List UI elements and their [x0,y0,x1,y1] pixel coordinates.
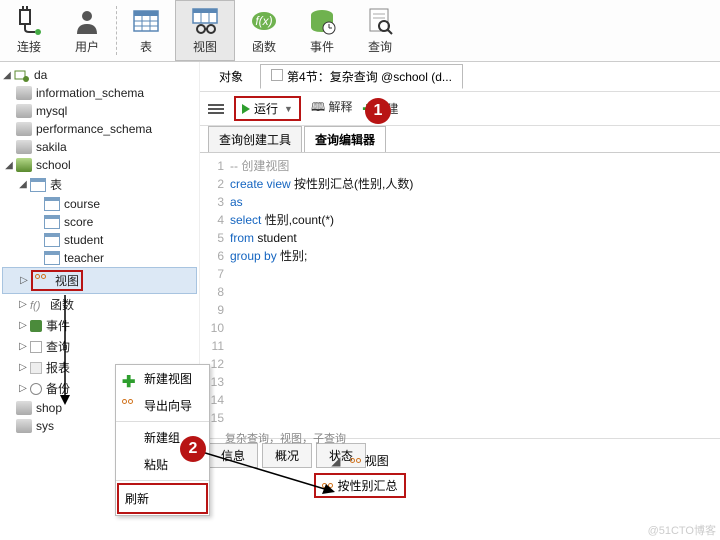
table-icon [44,197,60,211]
query-icon [365,6,395,36]
db-node[interactable]: sakila [2,138,197,156]
explain-icon: 🕮 [311,100,325,114]
views-folder[interactable]: ▷视图 [2,267,197,294]
ctx-refresh[interactable]: 刷新 [117,483,208,514]
db-node-open[interactable]: ◢school [2,156,197,174]
plug-icon [14,6,44,36]
editor-tabs: 查询创建工具 查询编辑器 [200,126,720,153]
database-icon [16,104,32,118]
toolbar-label: 视图 [193,38,217,55]
expand-icon: ◢ [331,454,340,468]
status-text: 复杂查询，视图，子查询 [225,430,346,446]
tab-objects[interactable]: 对象 [208,64,254,89]
explain-button[interactable]: 🕮 解释 [311,98,353,119]
view-icon [190,6,220,36]
export-icon [122,399,138,413]
connection-node[interactable]: ◢da [2,66,197,84]
table-icon [44,215,60,229]
fx-icon: f(x) [249,6,279,36]
table-icon [30,178,46,192]
view-icon [322,483,333,488]
toolbar-label: 连接 [17,38,41,55]
code-area[interactable]: -- 创建视图 create view 按性别汇总(性别,人数) as sele… [230,157,720,434]
database-icon [16,140,32,154]
svg-text:f(x): f(x) [255,14,272,28]
ctx-export[interactable]: 导出向导 [116,392,209,419]
functions-folder[interactable]: ▷f()函数 [2,294,197,315]
view-icon [350,458,361,463]
queries-folder[interactable]: ▷查询 [2,336,197,357]
db-node[interactable]: performance_schema [2,120,197,138]
callout-2: 2 [180,436,206,462]
tab-editor[interactable]: 查询编辑器 [304,126,386,152]
toolbar-user[interactable]: 用户 [58,0,116,61]
toolbar-table[interactable]: 表 [117,0,175,61]
table-icon [131,6,161,36]
user-icon [72,6,102,36]
database-icon [16,122,32,136]
query-tab-icon [271,69,283,81]
connection-icon [14,68,30,82]
snippet-parent: 视图 [365,452,389,469]
db-node[interactable]: information_schema [2,84,197,102]
events-folder[interactable]: ▷事件 [2,315,197,336]
new-view-item[interactable]: 按性别汇总 [314,473,405,498]
main-toolbar: 连接 用户 表 视图 f(x) 函数 事件 查询 [0,0,720,62]
toolbar-query[interactable]: 查询 [351,0,409,61]
database-icon [16,86,32,100]
object-tabs: 对象 第4节：复杂查询 @school (d... [200,62,720,92]
query-actions: 运行▼ 🕮 解释 ✚新建 [200,92,720,126]
db-node[interactable]: mysql [2,102,197,120]
database-icon [16,158,32,172]
ctx-new-view[interactable]: ✚新建视图 [116,365,209,392]
play-icon [242,104,250,114]
toolbar-connect[interactable]: 连接 [0,0,58,61]
table-icon [44,251,60,265]
sql-editor[interactable]: 123456789101112131415 -- 创建视图 create vie… [200,153,720,438]
toolbar-view[interactable]: 视图 [175,0,235,61]
tab-builder[interactable]: 查询创建工具 [208,126,302,152]
tab-query[interactable]: 第4节：复杂查询 @school (d... [260,64,463,89]
object-tree: ◢da information_schema mysql performance… [0,62,200,472]
table-node[interactable]: teacher [2,249,197,267]
fx-icon: f() [30,298,46,312]
database-icon [16,401,32,415]
event-icon [307,6,337,36]
query-icon [30,341,42,353]
plus-icon: ✚ [122,372,138,386]
table-icon [44,233,60,247]
toolbar-label: 查询 [368,38,392,55]
toolbar-function[interactable]: f(x) 函数 [235,0,293,61]
backup-icon [30,383,42,395]
event-icon [30,320,42,332]
main-pane: 对象 第4节：复杂查询 @school (d... 运行▼ 🕮 解释 ✚新建 查… [200,62,720,472]
toolbar-label: 函数 [252,38,276,55]
watermark: @51CTO博客 [648,522,716,538]
report-icon [30,362,42,374]
run-button[interactable]: 运行▼ [234,96,301,121]
callout-1: 1 [365,98,391,124]
toolbar-label: 事件 [310,38,334,55]
view-icon [35,274,51,288]
toolbar-event[interactable]: 事件 [293,0,351,61]
toolbar-label: 用户 [75,38,99,55]
table-node[interactable]: course [2,195,197,213]
tab-info[interactable]: 信息 [208,443,258,468]
menu-icon[interactable] [208,102,224,116]
table-node[interactable]: student [2,231,197,249]
toolbar-label: 表 [140,38,152,55]
tables-folder[interactable]: ◢表 [2,174,197,195]
table-node[interactable]: score [2,213,197,231]
chevron-down-icon: ▼ [284,104,293,114]
result-snippet: ◢ 视图 按性别汇总 [260,450,460,500]
database-icon [16,419,32,433]
